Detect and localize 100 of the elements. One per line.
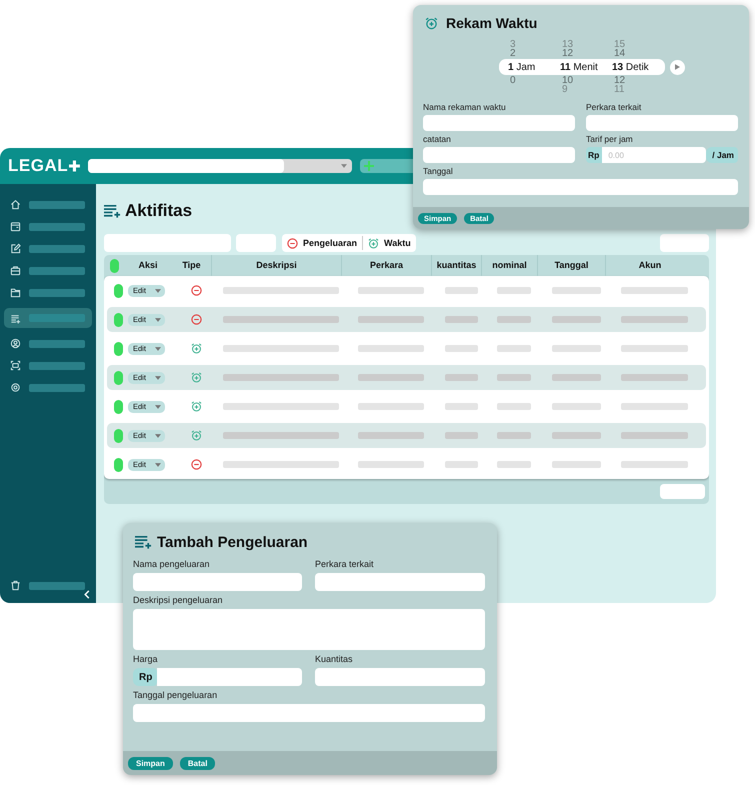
skeleton-bar	[552, 432, 600, 439]
filter-button[interactable]: Waktu	[363, 234, 416, 252]
search-field[interactable]	[104, 234, 231, 252]
skeleton-bar	[29, 200, 85, 208]
briefcase-icon	[10, 265, 21, 276]
field-label: Deskripsi pengeluaran	[133, 594, 224, 607]
field-label: Nama rekaman waktu	[423, 102, 507, 113]
minus-circle-icon	[190, 285, 202, 296]
skeleton-bar	[552, 461, 600, 468]
date-field[interactable]	[423, 179, 738, 195]
skeleton-bar	[552, 374, 600, 381]
timer-number: 11	[613, 85, 626, 94]
status-pill	[114, 370, 122, 384]
caret-icon	[341, 164, 347, 168]
skeleton-bar	[552, 345, 600, 352]
calendar-icon	[10, 221, 21, 232]
currency-prefix: Rp	[586, 147, 602, 163]
filter-field[interactable]	[236, 234, 276, 252]
play-icon	[675, 64, 680, 70]
skeleton-bar	[497, 287, 531, 294]
skeleton-bar	[444, 316, 478, 323]
time-value: 1 Jam	[508, 62, 536, 72]
time-selector[interactable]: 1 Jam 11 Menit 13 Detik	[499, 59, 665, 75]
caret-icon	[154, 288, 161, 292]
skeleton-bar	[358, 345, 424, 352]
skeleton-bar	[444, 287, 478, 294]
caret-icon	[154, 404, 161, 408]
caret-icon	[154, 346, 161, 350]
skeleton-bar	[497, 345, 531, 352]
timer-number: 0	[509, 76, 517, 85]
play-button[interactable]	[670, 60, 685, 74]
skeleton-bar	[552, 403, 600, 410]
dialog-title: Rekam Waktu	[446, 15, 538, 31]
list-icon	[10, 312, 21, 324]
skeleton-bar	[358, 374, 424, 381]
field-label: Perkara terkait	[586, 102, 642, 113]
minus-circle-icon	[190, 459, 202, 470]
input-field[interactable]	[586, 115, 738, 131]
list-plus-icon	[135, 535, 152, 549]
skeleton-bar	[29, 340, 85, 348]
skeleton-bar	[552, 316, 600, 323]
timer-number: 14	[613, 49, 626, 58]
timer-number: 12	[613, 76, 626, 85]
gear-icon	[10, 382, 21, 393]
timer-number: 10	[561, 76, 574, 85]
timer-number: 12	[561, 49, 574, 58]
alarm-clock-icon	[190, 401, 202, 412]
status-pill	[114, 342, 122, 356]
cancel-button[interactable]: Batal	[180, 756, 216, 770]
input-field[interactable]	[423, 147, 575, 163]
filter-button[interactable]: Pengeluaran	[282, 234, 362, 252]
time-value: 13 Detik	[612, 62, 650, 72]
skeleton-bar	[358, 432, 424, 439]
skeleton-bar	[497, 316, 531, 323]
caret-icon	[154, 376, 161, 380]
column-header: Aksi	[137, 259, 158, 272]
skeleton-bar	[444, 403, 478, 410]
field-label: catatan	[423, 134, 452, 145]
timer-number: 2	[509, 49, 517, 58]
skeleton-bar	[497, 403, 531, 410]
skeleton-bar	[620, 287, 688, 294]
alarm-clock-icon	[368, 238, 380, 248]
input-field[interactable]	[315, 668, 485, 686]
date-field[interactable]	[133, 704, 485, 722]
skeleton-bar	[620, 374, 688, 381]
skeleton-bar	[29, 384, 85, 392]
timer-number: 15	[613, 40, 626, 49]
price-field[interactable]	[157, 668, 302, 686]
status-pill	[114, 400, 122, 414]
caret-icon	[154, 318, 161, 322]
trash-icon	[10, 580, 21, 591]
skeleton-bar	[444, 345, 478, 352]
input-field[interactable]	[133, 573, 302, 591]
status-pill	[114, 458, 122, 472]
caret-icon	[154, 462, 161, 466]
skeleton-bar	[552, 287, 600, 294]
skeleton-bar	[620, 403, 688, 410]
pagination-field[interactable]	[660, 484, 705, 499]
skeleton-bar	[620, 345, 688, 352]
skeleton-bar	[497, 461, 531, 468]
rate-field[interactable]: 0.00	[602, 147, 706, 163]
chevron-left-icon[interactable]	[84, 590, 90, 599]
save-button[interactable]: Simpan	[128, 756, 173, 770]
user-icon	[10, 338, 21, 349]
skeleton-bar	[358, 316, 424, 323]
minus-circle-icon	[190, 314, 202, 325]
select-field[interactable]	[88, 159, 352, 173]
filter-field[interactable]	[660, 234, 709, 252]
skeleton-bar	[620, 461, 688, 468]
logo-text: LEGAL	[8, 156, 68, 176]
alarm-clock-icon	[190, 430, 202, 441]
alarm-clock-icon	[425, 16, 438, 30]
timer-number: 9	[561, 85, 569, 94]
folder-icon	[10, 287, 21, 298]
skeleton-bar	[358, 403, 424, 410]
input-field[interactable]	[315, 573, 485, 591]
skeleton-bar	[29, 362, 85, 370]
input-field[interactable]	[423, 115, 575, 131]
scan-icon	[10, 360, 21, 371]
text-area[interactable]	[133, 609, 485, 650]
